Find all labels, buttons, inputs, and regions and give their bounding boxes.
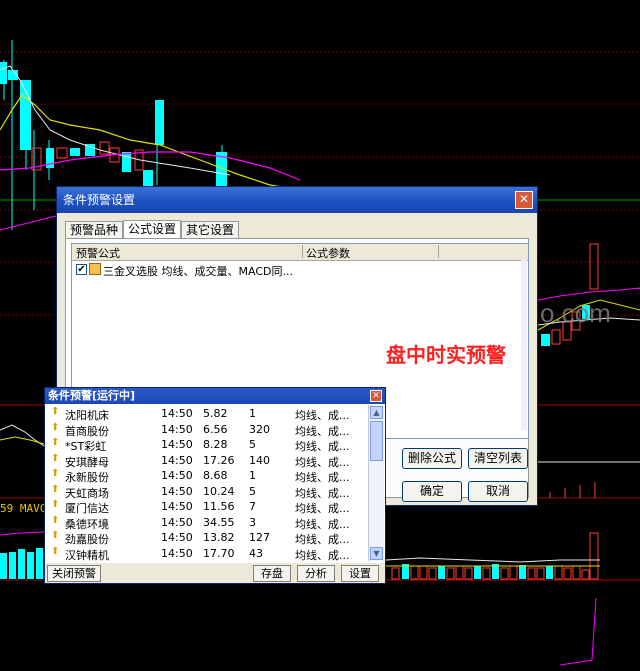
stock-price: 10.24: [203, 484, 235, 498]
alert-row[interactable]: ⬆ 天虹商场 14:50 10.24 5 均线、成...: [45, 484, 367, 500]
stock-name: 汉钟精机: [65, 548, 109, 562]
up-arrow-icon: ⬆: [51, 421, 60, 433]
up-arrow-icon: ⬆: [51, 406, 60, 417]
alert-row[interactable]: ⬆ 沈阳机床 14:50 5.82 1 均线、成...: [45, 406, 367, 422]
alert-volume: 127: [249, 531, 270, 544]
stock-price: 13.82: [203, 531, 235, 544]
alert-running-window: 条件预警[运行中] ✕ ⬆ 沈阳机床 14:50 5.82 1 均线、成... ⬆ 首商股份 1…: [44, 387, 386, 584]
up-arrow-icon: ⬆: [51, 437, 60, 448]
alert-titlebar[interactable]: 条件预警[运行中] ✕: [45, 388, 385, 404]
formula-list-header: 预警公式 公式参数: [72, 244, 528, 261]
alert-volume: 5: [249, 438, 256, 451]
alert-row[interactable]: ⬆ 汉钟精机 14:50 17.70 43 均线、成...: [45, 546, 367, 562]
alert-time: 14:50: [161, 438, 193, 451]
settings-button[interactable]: 设置: [341, 565, 379, 582]
save-button[interactable]: 存盘: [253, 565, 291, 582]
scroll-thumb[interactable]: [370, 421, 383, 461]
alert-time: 14:50: [161, 407, 193, 420]
alert-time: 14:50: [161, 515, 193, 529]
stock-price: 8.68: [203, 469, 228, 482]
alert-scrollbar[interactable]: ▲ ▼: [368, 405, 384, 561]
ok-button[interactable]: 确定: [402, 481, 462, 502]
tab-alert-stocks[interactable]: 预警品种: [65, 221, 124, 239]
close-icon[interactable]: ✕: [370, 390, 382, 402]
formula-icon: [89, 263, 101, 275]
alert-title: 条件预警[运行中]: [48, 389, 136, 402]
alert-row[interactable]: ⬆ 永新股份 14:50 8.68 1 均线、成...: [45, 468, 367, 484]
stock-price: 34.55: [203, 515, 235, 529]
scroll-up-icon[interactable]: ▲: [370, 406, 383, 419]
dialog-title: 条件预警设置: [63, 193, 136, 207]
up-arrow-icon: ⬆: [51, 530, 60, 541]
alert-row[interactable]: ⬆ 厦门信达 14:50 11.56 7 均线、成...: [45, 499, 367, 515]
formula-row[interactable]: ✔ 三金叉选股 均线、成交量、MACD同...: [72, 263, 528, 279]
alert-time: 14:50: [161, 500, 193, 513]
up-arrow-icon: ⬆: [51, 452, 60, 464]
realtime-alert-annotation: 盘中时实预警: [386, 343, 506, 367]
alert-volume: 140: [249, 453, 270, 467]
tab-other-settings[interactable]: 其它设置: [181, 221, 240, 239]
watermark-text: o.com: [540, 298, 611, 328]
formula-desc: 均线、成...: [295, 548, 350, 562]
alert-volume: 1: [249, 469, 256, 482]
alert-row[interactable]: ⬆ 安琪酵母 14:50 17.26 140 均线、成...: [45, 453, 367, 469]
alert-row[interactable]: ⬆ *ST彩虹 14:50 8.28 5 均线、成...: [45, 437, 367, 453]
alert-volume: 3: [249, 515, 256, 529]
up-arrow-icon: ⬆: [51, 514, 60, 526]
alert-volume: 7: [249, 500, 256, 513]
up-arrow-icon: ⬆: [51, 545, 60, 557]
delete-formula-button[interactable]: 删除公式: [402, 448, 462, 469]
alert-toolbar: 关闭预警 存盘 分析 设置: [45, 563, 385, 583]
alert-volume: 5: [249, 484, 256, 498]
up-arrow-icon: ⬆: [51, 499, 60, 510]
close-icon[interactable]: ✕: [515, 191, 533, 209]
tab-strip: 预警品种 公式设置 其它设置: [65, 219, 240, 240]
header-formula[interactable]: 预警公式: [76, 245, 120, 261]
analyze-button[interactable]: 分析: [297, 565, 335, 582]
stock-price: 5.82: [203, 407, 228, 420]
alert-volume: 43: [249, 546, 263, 560]
cancel-button[interactable]: 取消: [468, 481, 528, 502]
alert-row[interactable]: ⬆ 劲嘉股份 14:50 13.82 127 均线、成...: [45, 530, 367, 546]
alert-row[interactable]: ⬆ 首商股份 14:50 6.56 320 均线、成...: [45, 422, 367, 438]
alert-list[interactable]: ⬆ 沈阳机床 14:50 5.82 1 均线、成... ⬆ 首商股份 14:50 6.56 320 均…: [45, 406, 367, 562]
formula-checkbox[interactable]: ✔: [76, 264, 87, 275]
alert-row[interactable]: ⬆ 桑德环境 14:50 34.55 3 均线、成...: [45, 515, 367, 531]
mavc-label: 59 MAVC: [0, 502, 47, 515]
close-alert-button[interactable]: 关闭预警: [47, 565, 101, 582]
header-params[interactable]: 公式参数: [306, 245, 350, 261]
alert-time: 14:50: [161, 453, 193, 467]
alert-volume: 320: [249, 422, 270, 436]
alert-time: 14:50: [161, 422, 193, 436]
alert-time: 14:50: [161, 469, 193, 482]
stock-price: 6.56: [203, 422, 228, 436]
stock-price: 8.28: [203, 438, 228, 451]
dialog-titlebar[interactable]: 条件预警设置 ✕: [57, 187, 537, 213]
stock-price: 17.26: [203, 453, 235, 467]
alert-time: 14:50: [161, 484, 193, 498]
formula-list-scrollbar[interactable]: [521, 260, 527, 430]
clear-list-button[interactable]: 清空列表: [468, 448, 528, 469]
stock-price: 17.70: [203, 546, 235, 560]
up-arrow-icon: ⬆: [51, 483, 60, 495]
up-arrow-icon: ⬆: [51, 468, 60, 479]
stock-price: 11.56: [203, 500, 235, 513]
formula-name: 三金叉选股 均线、成交量、MACD同...: [103, 265, 293, 278]
alert-volume: 1: [249, 407, 256, 420]
alert-time: 14:50: [161, 546, 193, 560]
tab-formula-settings[interactable]: 公式设置: [123, 220, 182, 240]
alert-time: 14:50: [161, 531, 193, 544]
scroll-down-icon[interactable]: ▼: [370, 547, 383, 560]
